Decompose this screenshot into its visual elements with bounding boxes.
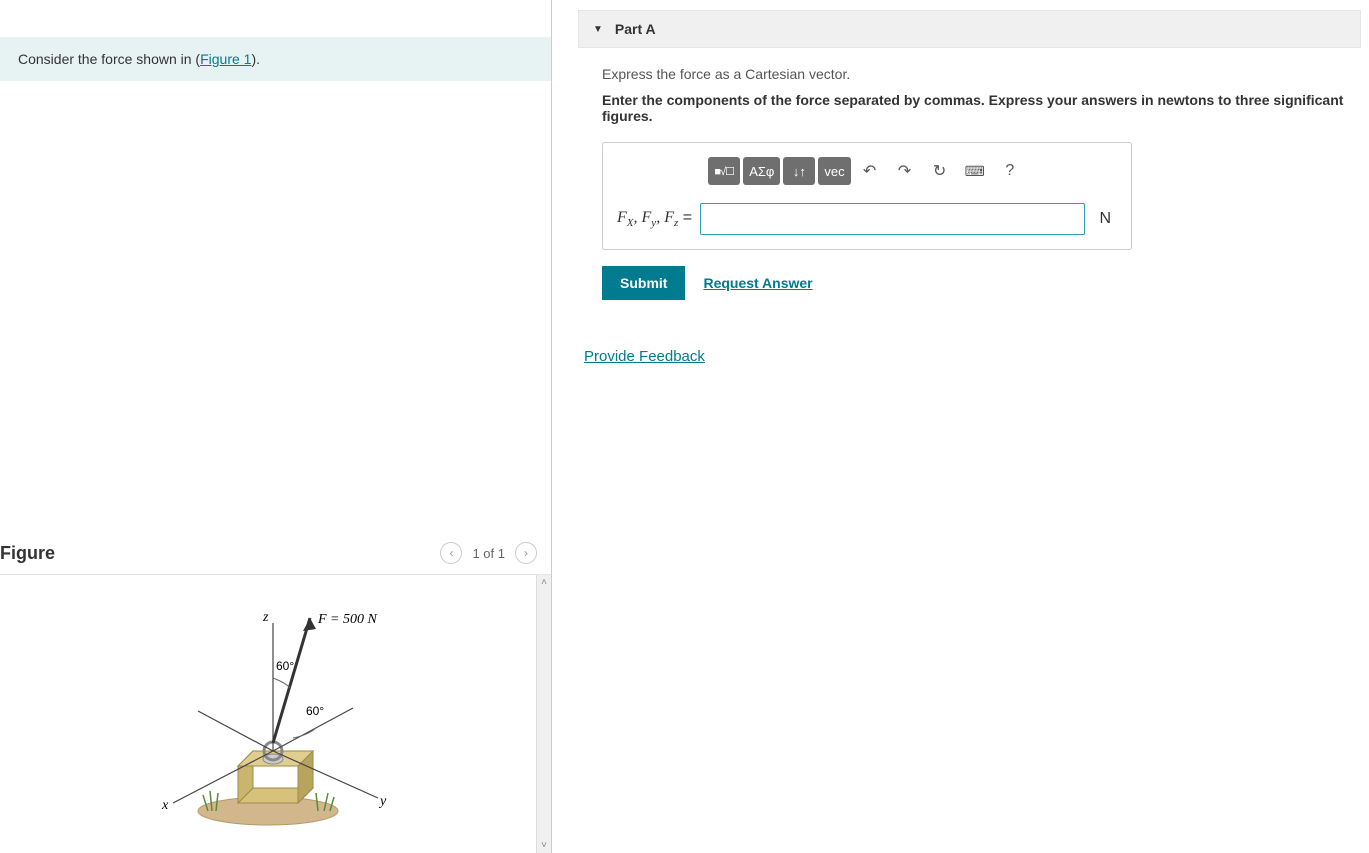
- variable-label: FX, Fy, Fz =: [617, 209, 692, 229]
- figure-image: z F = 500 N 60° 60° x y: [0, 575, 536, 853]
- request-answer-link[interactable]: Request Answer: [703, 275, 812, 291]
- figure-nav: ‹ 1 of 1 ›: [440, 542, 547, 564]
- provide-feedback-link[interactable]: Provide Feedback: [584, 348, 705, 365]
- angle2-label: 60°: [306, 704, 324, 718]
- right-panel: ▼ Part A Express the force as a Cartesia…: [552, 0, 1369, 853]
- unit-label: N: [1093, 210, 1117, 228]
- force-label: F = 500 N: [317, 612, 377, 627]
- feedback-row: Provide Feedback: [552, 348, 1369, 365]
- keyboard-button[interactable]: ⌨: [959, 157, 991, 185]
- figure-section: Figure ‹ 1 of 1 ›: [0, 534, 551, 853]
- subscript-button[interactable]: ↓↑: [783, 157, 815, 185]
- problem-intro: Consider the force shown in (Figure 1).: [0, 37, 551, 81]
- answer-box: ■√☐ ΑΣφ ↓↑ vec ↶ ↷ ↻ ⌨ ? FX, Fy,: [602, 142, 1132, 250]
- angle1-label: 60°: [276, 659, 294, 673]
- submit-row: Submit Request Answer: [602, 266, 1369, 300]
- intro-suffix: ).: [251, 51, 260, 67]
- help-button[interactable]: ?: [994, 157, 1026, 185]
- figure-title: Figure: [0, 543, 55, 564]
- y-axis-label: y: [378, 794, 387, 809]
- instruction-1: Express the force as a Cartesian vector.: [602, 66, 1369, 82]
- figure-scrollbar[interactable]: ˄ ˅: [536, 575, 551, 853]
- part-title: Part A: [615, 21, 656, 37]
- submit-button[interactable]: Submit: [602, 266, 685, 300]
- figure-next-button[interactable]: ›: [515, 542, 537, 564]
- x-axis-label: x: [161, 798, 169, 813]
- equation-toolbar: ■√☐ ΑΣφ ↓↑ vec ↶ ↷ ↻ ⌨ ?: [708, 157, 1026, 185]
- left-panel: Consider the force shown in (Figure 1). …: [0, 0, 552, 853]
- scroll-up-icon[interactable]: ˄: [537, 575, 551, 590]
- reset-button[interactable]: ↻: [924, 157, 956, 185]
- scroll-down-icon[interactable]: ˅: [537, 838, 551, 853]
- undo-button[interactable]: ↶: [854, 157, 886, 185]
- figure-header: Figure ‹ 1 of 1 ›: [0, 534, 551, 575]
- figure-prev-button[interactable]: ‹: [440, 542, 462, 564]
- z-axis-label: z: [262, 610, 269, 625]
- collapse-icon: ▼: [593, 24, 603, 35]
- answer-input[interactable]: [700, 203, 1085, 235]
- spacer: [0, 81, 551, 534]
- figure-counter: 1 of 1: [472, 546, 505, 561]
- input-row: FX, Fy, Fz = N: [617, 203, 1117, 235]
- vector-button[interactable]: vec: [818, 157, 850, 185]
- instruction-2: Enter the components of the force separa…: [602, 92, 1369, 124]
- greek-button[interactable]: ΑΣφ: [743, 157, 780, 185]
- redo-button[interactable]: ↷: [889, 157, 921, 185]
- figure-link[interactable]: Figure 1: [200, 51, 251, 67]
- intro-prefix: Consider the force shown in (: [18, 51, 200, 67]
- templates-button[interactable]: ■√☐: [708, 157, 740, 185]
- part-body: Express the force as a Cartesian vector.…: [552, 66, 1369, 300]
- part-header[interactable]: ▼ Part A: [578, 10, 1361, 48]
